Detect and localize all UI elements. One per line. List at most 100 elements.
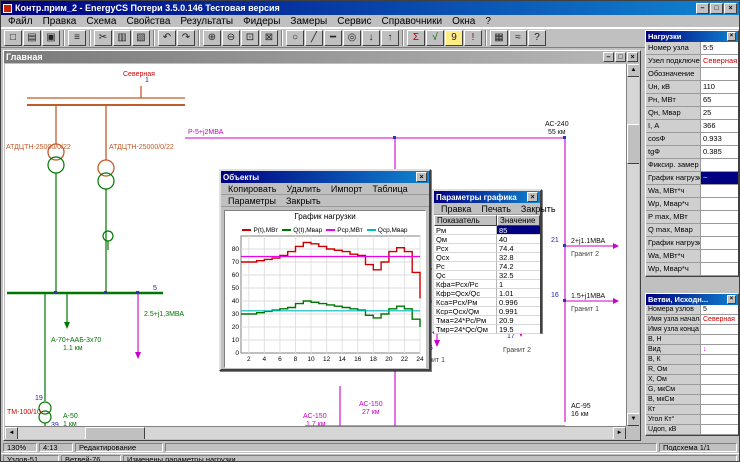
property-value[interactable]: ~ bbox=[701, 172, 738, 184]
property-value[interactable] bbox=[701, 159, 738, 171]
property-value[interactable] bbox=[701, 237, 738, 249]
vertical-scroll-thumb[interactable] bbox=[627, 124, 639, 164]
property-value[interactable] bbox=[701, 425, 738, 434]
property-row[interactable]: Кт bbox=[646, 405, 738, 415]
dialog-menu-item[interactable]: Закрыть bbox=[516, 204, 561, 214]
redo-icon[interactable]: ↷ bbox=[177, 30, 195, 46]
property-value[interactable] bbox=[701, 355, 738, 364]
horizontal-scroll-thumb[interactable] bbox=[85, 427, 145, 439]
menu-item[interactable]: Фидеры bbox=[238, 16, 285, 27]
param-row[interactable]: Кср=Qсх/Qм 0.991 bbox=[434, 307, 540, 316]
property-row[interactable]: Wр, Мвар*ч bbox=[646, 263, 738, 276]
zoom-out-icon[interactable]: ⊖ bbox=[222, 30, 240, 46]
horizontal-scrollbar[interactable]: ◄ ► bbox=[5, 426, 626, 439]
property-row[interactable]: В, Н bbox=[646, 335, 738, 345]
help-icon[interactable]: ? bbox=[528, 30, 546, 46]
param-value[interactable]: 74.2 bbox=[497, 262, 540, 271]
property-row[interactable]: Qн, Мвар 25 bbox=[646, 107, 738, 120]
property-value[interactable]: ↓ bbox=[701, 345, 738, 354]
property-value[interactable]: 110 bbox=[701, 81, 738, 93]
save-icon[interactable]: ▣ bbox=[42, 30, 60, 46]
meter-icon[interactable]: 9 bbox=[445, 30, 463, 46]
menu-item[interactable]: Правка bbox=[38, 16, 82, 27]
transformer-tool-icon[interactable]: ◎ bbox=[343, 30, 361, 46]
print-icon[interactable]: ≡ bbox=[68, 30, 86, 46]
property-value[interactable]: 65 bbox=[701, 94, 738, 106]
param-row[interactable]: Qм 40 bbox=[434, 235, 540, 244]
menu-item[interactable]: Замеры bbox=[285, 16, 332, 27]
scroll-down-icon[interactable]: ▼ bbox=[627, 413, 639, 426]
property-value[interactable] bbox=[701, 185, 738, 197]
property-row[interactable]: Угол Кт° bbox=[646, 415, 738, 425]
child-titlebar[interactable]: Главная –□× bbox=[4, 51, 640, 63]
zoom-fit-icon[interactable]: ⊠ bbox=[260, 30, 278, 46]
dialog-menu-item[interactable]: Импорт bbox=[326, 184, 367, 194]
dialog-menu-item[interactable]: Правка bbox=[436, 204, 476, 214]
child-minimize-button[interactable]: – bbox=[603, 52, 614, 62]
param-row[interactable]: Qс 32.5 bbox=[434, 271, 540, 280]
property-value[interactable] bbox=[701, 335, 738, 344]
load-tool-icon[interactable]: ↓ bbox=[362, 30, 380, 46]
property-value[interactable]: 5 bbox=[701, 305, 738, 314]
menu-item[interactable]: Файл bbox=[3, 16, 38, 27]
param-value[interactable]: 19.5 bbox=[497, 325, 540, 334]
menu-item[interactable]: Справочники bbox=[376, 16, 447, 27]
dialog-menu-item[interactable]: Печать bbox=[476, 204, 515, 214]
param-value[interactable]: 85 bbox=[497, 226, 540, 235]
param-row[interactable]: Рм 85 bbox=[434, 226, 540, 235]
param-value[interactable]: 32.8 bbox=[497, 253, 540, 262]
zoom-in-icon[interactable]: ⊕ bbox=[203, 30, 221, 46]
scroll-left-icon[interactable]: ◄ bbox=[5, 427, 18, 439]
property-value[interactable] bbox=[701, 250, 738, 262]
alert-icon[interactable]: ! bbox=[464, 30, 482, 46]
property-row[interactable]: График нагрузки bbox=[646, 237, 738, 250]
loads-panel-titlebar[interactable]: Нагрузки × bbox=[646, 31, 738, 42]
property-row[interactable]: В, К bbox=[646, 355, 738, 365]
calc-icon[interactable]: Σ bbox=[407, 30, 425, 46]
dialog-menu-item[interactable]: Копировать bbox=[223, 184, 281, 194]
child-restore-button[interactable]: □ bbox=[615, 52, 626, 62]
property-row[interactable]: Wр, Мвар*ч bbox=[646, 198, 738, 211]
param-row[interactable]: Тмр=24*Qс/Qм 19.5 bbox=[434, 325, 540, 334]
menu-item[interactable]: Свойства bbox=[121, 16, 175, 27]
property-row[interactable]: Фиксир. замер bbox=[646, 159, 738, 172]
property-value[interactable] bbox=[701, 263, 738, 275]
menu-item[interactable]: ? bbox=[480, 16, 496, 27]
copy-icon[interactable]: ▥ bbox=[113, 30, 131, 46]
dialog-menu-item[interactable]: Параметры bbox=[223, 196, 281, 206]
param-row[interactable]: Qсх 32.8 bbox=[434, 253, 540, 262]
property-value[interactable]: 0.385 bbox=[701, 146, 738, 158]
dialog-menu-item[interactable]: Таблица bbox=[367, 184, 412, 194]
undo-icon[interactable]: ↶ bbox=[158, 30, 176, 46]
property-value[interactable]: 25 bbox=[701, 107, 738, 119]
param-value[interactable]: 0.991 bbox=[497, 307, 540, 316]
property-value[interactable] bbox=[701, 325, 738, 334]
property-value[interactable] bbox=[701, 211, 738, 223]
close-icon[interactable]: × bbox=[727, 295, 736, 304]
property-row[interactable]: График нагрузки ~ bbox=[646, 172, 738, 185]
param-value[interactable]: 32.5 bbox=[497, 271, 540, 280]
property-value[interactable] bbox=[701, 365, 738, 374]
close-icon[interactable]: × bbox=[527, 192, 538, 202]
property-value[interactable] bbox=[701, 405, 738, 414]
property-value[interactable] bbox=[701, 395, 738, 404]
property-row[interactable]: X, Ом bbox=[646, 375, 738, 385]
scroll-right-icon[interactable]: ► bbox=[613, 427, 626, 439]
property-value[interactable] bbox=[701, 198, 738, 210]
branches-panel-titlebar[interactable]: Ветви, Исходн... × bbox=[646, 294, 738, 305]
param-row[interactable]: Рсх 74.4 bbox=[434, 244, 540, 253]
open-icon[interactable]: ▤ bbox=[23, 30, 41, 46]
property-value[interactable] bbox=[701, 375, 738, 384]
menu-item[interactable]: Схема bbox=[81, 16, 121, 27]
param-value[interactable]: 1 bbox=[497, 280, 540, 289]
property-row[interactable]: Номера узлов 5 bbox=[646, 305, 738, 315]
param-row[interactable]: Рс 74.2 bbox=[434, 262, 540, 271]
property-row[interactable]: Рн, МВт 65 bbox=[646, 94, 738, 107]
dialog-menu-item[interactable]: Удалить bbox=[281, 184, 325, 194]
chart-icon[interactable]: ≈ bbox=[509, 30, 527, 46]
property-row[interactable]: I, А 366 bbox=[646, 120, 738, 133]
property-value[interactable]: Северная bbox=[701, 315, 738, 324]
property-row[interactable]: Q max, Мвар bbox=[646, 224, 738, 237]
close-icon[interactable]: × bbox=[416, 172, 427, 182]
param-row[interactable]: Кфр=Qсх/Qс 1.01 bbox=[434, 289, 540, 298]
